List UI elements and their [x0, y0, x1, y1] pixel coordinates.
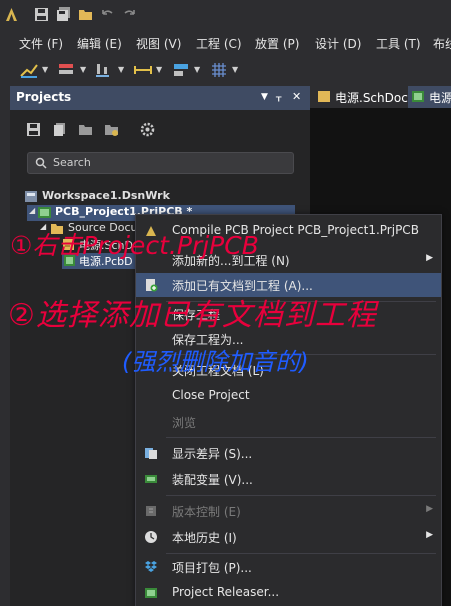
show-diff-icon: [145, 448, 157, 459]
menu-place[interactable]: 放置 (P): [255, 35, 299, 52]
search-input[interactable]: Search: [27, 152, 294, 174]
menu-close-project-label: Close Project: [172, 388, 250, 402]
project-context-menu: Compile PCB Project PCB_Project1.PrjPCB …: [135, 214, 442, 606]
expand-project-icon[interactable]: ◢: [29, 206, 35, 215]
menu-edit[interactable]: 编辑 (E): [77, 35, 122, 52]
align-icon[interactable]: [94, 61, 112, 79]
menu-file[interactable]: 文件 (F): [19, 35, 63, 52]
search-icon: [35, 157, 47, 169]
filter-icon[interactable]: [19, 61, 39, 79]
clock-icon: [145, 531, 157, 543]
dropbox-icon: [145, 561, 157, 572]
submenu-arrow-icon: ▶: [426, 530, 433, 540]
tab-schematic-label: 电源.SchDoc: [335, 91, 408, 105]
menu-local-history-label: 本地历史 (I): [172, 531, 237, 545]
dimension-icon[interactable]: [133, 61, 153, 79]
undo-icon[interactable]: [100, 7, 115, 22]
tab-pcb-label: 电源: [429, 91, 451, 105]
altium-window: 文件 (F) 编辑 (E) 视图 (V) 工程 (C) 放置 (P) 设计 (D…: [0, 0, 451, 606]
layer-icon[interactable]: [57, 61, 75, 79]
room-icon[interactable]: [172, 61, 190, 79]
save-project-icon[interactable]: [26, 122, 41, 137]
menu-separator: [166, 553, 436, 554]
tab-pcb[interactable]: 电源: [408, 86, 451, 108]
dimension-dropdown-icon[interactable]: ▼: [156, 65, 162, 74]
menu-browse-label: 浏览: [172, 416, 197, 430]
menu-browse: 浏览: [136, 410, 441, 434]
projects-panel-toolbar: [10, 116, 310, 144]
panel-menu-icon[interactable]: ▼: [261, 92, 268, 102]
align-dropdown-icon[interactable]: ▼: [118, 65, 124, 74]
workspace-label: Workspace1.DsnWrk: [42, 189, 170, 202]
menu-project-releaser[interactable]: Project Releaser...: [136, 581, 441, 605]
save-icon[interactable]: [34, 7, 49, 22]
menu-separator: [166, 495, 436, 496]
filter-dropdown-icon[interactable]: ▼: [42, 65, 48, 74]
pcb-project-icon: [38, 207, 51, 218]
menu-route[interactable]: 布线: [433, 35, 451, 52]
title-bar: [0, 0, 451, 30]
annotation-step2: ②选择添加已有文档到工程: [8, 298, 377, 333]
pcb-tab-icon: [412, 91, 424, 102]
grid-dropdown-icon[interactable]: ▼: [232, 65, 238, 74]
pin-icon[interactable]: ᚁ: [276, 90, 281, 103]
menu-tools[interactable]: 工具 (T): [376, 35, 421, 52]
submenu-arrow-icon: ▶: [426, 504, 433, 514]
redo-icon[interactable]: [122, 7, 137, 22]
variants-icon: [145, 475, 157, 483]
menu-version-control-label: 版本控制 (E): [172, 505, 241, 519]
save-all-icon[interactable]: [56, 7, 71, 22]
menu-project-packager[interactable]: 项目打包 (P)...: [136, 555, 441, 579]
menu-variants[interactable]: 装配变量 (V)...: [136, 467, 441, 491]
menu-show-diff-label: 显示差异 (S)...: [172, 447, 253, 461]
schematic-tab-icon: [318, 91, 330, 102]
menu-separator: [166, 437, 436, 438]
search-placeholder: Search: [53, 156, 91, 169]
menu-bar: 文件 (F) 编辑 (E) 视图 (V) 工程 (C) 放置 (P) 设计 (D…: [0, 30, 451, 56]
menu-version-control: 版本控制 (E) ▶: [136, 499, 441, 523]
document-tabs: 电源.SchDoc 电源: [310, 86, 451, 108]
menu-view[interactable]: 视图 (V): [136, 35, 181, 52]
gear-icon[interactable]: [140, 122, 155, 137]
menu-variants-label: 装配变量 (V)...: [172, 473, 253, 487]
menu-project[interactable]: 工程 (C): [196, 35, 242, 52]
folder-icon[interactable]: [78, 122, 93, 137]
workspace-icon: [25, 191, 37, 202]
folder-settings-icon[interactable]: [104, 122, 119, 137]
menu-show-diff[interactable]: 显示差异 (S)...: [136, 441, 441, 465]
projects-panel-title: Projects: [16, 90, 72, 104]
room-dropdown-icon[interactable]: ▼: [194, 65, 200, 74]
menu-packager-label: 项目打包 (P)...: [172, 561, 252, 575]
releaser-icon: [145, 588, 157, 598]
annotation-note: (强烈删除加音的): [122, 348, 309, 376]
documents-icon[interactable]: [52, 122, 67, 137]
menu-design[interactable]: 设计 (D): [315, 35, 361, 52]
grid-icon[interactable]: [210, 61, 228, 79]
menu-local-history[interactable]: 本地历史 (I) ▶: [136, 525, 441, 549]
projects-panel-header: Projects ▼ ᚁ ✕: [10, 86, 310, 110]
close-panel-icon[interactable]: ✕: [292, 90, 301, 103]
menu-releaser-label: Project Releaser...: [172, 585, 280, 599]
toolbar: ▼ ▼ ▼ ▼ ▼ ▼: [0, 56, 451, 84]
version-control-icon: [146, 506, 156, 516]
layer-dropdown-icon[interactable]: ▼: [80, 65, 86, 74]
annotation-step1: ①右击Project.PrjPCB: [10, 231, 259, 260]
open-folder-icon[interactable]: [78, 7, 93, 22]
menu-close-project[interactable]: Close Project: [136, 384, 441, 408]
altium-logo-icon: [6, 8, 17, 21]
submenu-arrow-icon: ▶: [426, 253, 433, 263]
tab-schematic[interactable]: 电源.SchDoc: [314, 86, 408, 108]
